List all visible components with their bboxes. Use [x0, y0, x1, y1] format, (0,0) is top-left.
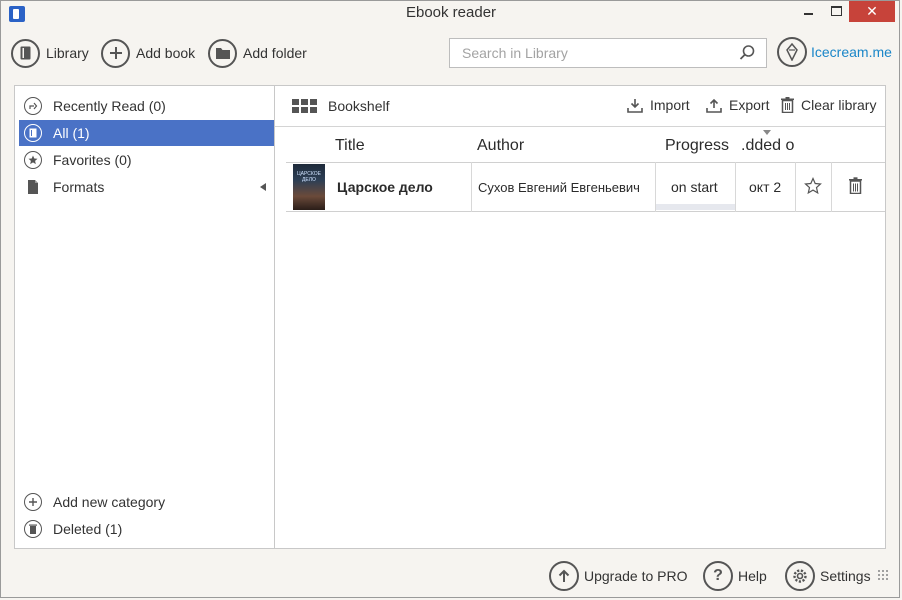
book-progress: on start [671, 179, 718, 195]
bookshelf-grid-icon[interactable] [292, 99, 318, 113]
file-icon [24, 178, 42, 196]
sidebar-item-label: Recently Read (0) [53, 98, 166, 114]
icecream-link-label: Icecream.me [811, 44, 892, 60]
search-box [449, 38, 767, 68]
folder-icon [208, 38, 237, 68]
library-label: Library [46, 45, 89, 61]
arrow-up-icon [549, 561, 579, 591]
sidebar-item-recently-read[interactable]: Recently Read (0) [19, 93, 274, 119]
gear-icon [785, 561, 815, 591]
clear-library-label: Clear library [801, 97, 877, 113]
add-folder-label: Add folder [243, 45, 307, 61]
sidebar-item-label: Deleted (1) [53, 521, 123, 537]
minimize-icon [803, 13, 813, 15]
minimize-button[interactable] [793, 0, 823, 22]
maximize-button[interactable] [823, 0, 849, 22]
plus-icon [24, 493, 42, 511]
export-icon [706, 98, 722, 113]
sort-arrow-icon [763, 130, 771, 135]
panel-toolbar: Bookshelf Import Export Clear library [275, 86, 885, 127]
book-added-date: окт 2 [749, 179, 782, 195]
clear-library-button[interactable]: Clear library [781, 97, 876, 113]
help-label: Help [738, 568, 767, 584]
sidebar-item-favorites[interactable]: Favorites (0) [19, 147, 274, 173]
book-cover: ЦАРСКОЕ ДЕЛО [293, 164, 325, 210]
progress-bar [656, 204, 735, 210]
column-header-added[interactable]: .dded o [741, 137, 794, 155]
upgrade-label: Upgrade to PRO [584, 568, 688, 584]
import-icon [627, 98, 643, 113]
maximize-icon [830, 6, 842, 16]
book-icon [24, 124, 42, 142]
sidebar-item-all[interactable]: All (1) [19, 120, 274, 146]
sidebar-item-deleted[interactable]: Deleted (1) [19, 516, 274, 542]
delete-trash-icon[interactable] [849, 177, 862, 194]
favorite-star-icon[interactable] [804, 177, 822, 195]
settings-button[interactable]: Settings [785, 561, 871, 591]
window-title: Ebook reader [405, 4, 497, 21]
title-bar: Ebook reader ✕ [0, 0, 902, 28]
sidebar-item-label: Add new category [53, 494, 166, 510]
star-icon [24, 151, 42, 169]
upgrade-button[interactable]: Upgrade to PRO [549, 561, 688, 591]
expand-arrow-icon[interactable] [260, 183, 266, 191]
sidebar-item-label: Favorites (0) [53, 152, 132, 168]
sidebar-item-label: All (1) [53, 125, 90, 141]
resize-grip-icon[interactable] [877, 569, 889, 581]
book-cover-title: ЦАРСКОЕ ДЕЛО [296, 171, 321, 183]
table-row[interactable]: ЦАРСКОЕ ДЕЛО Царское дело Сухов Евгений … [286, 163, 885, 211]
export-button[interactable]: Export [706, 97, 769, 113]
help-icon: ? [703, 561, 733, 591]
add-new-category-button[interactable]: Add new category [19, 489, 274, 515]
import-label: Import [650, 97, 690, 113]
help-button[interactable]: ? Help [703, 561, 767, 591]
column-header-title[interactable]: Title [335, 137, 365, 155]
plus-icon [101, 38, 130, 68]
sidebar-item-label: Formats [53, 179, 105, 195]
sidebar-item-formats[interactable]: Formats [19, 174, 274, 200]
trash-icon [24, 520, 42, 538]
book-title: Царское дело [337, 179, 433, 195]
search-input[interactable] [450, 39, 732, 67]
import-button[interactable]: Import [627, 97, 690, 113]
column-header-author[interactable]: Author [477, 137, 524, 155]
export-label: Export [729, 97, 770, 113]
add-book-label: Add book [136, 45, 196, 61]
sidebar: Recently Read (0) All (1) Favorites (0) … [14, 85, 275, 549]
library-icon [11, 38, 40, 68]
close-button[interactable]: ✕ [849, 0, 895, 22]
add-folder-button[interactable]: Add folder [208, 37, 307, 69]
bookshelf-view-button[interactable]: Bookshelf [328, 98, 389, 114]
add-book-button[interactable]: Add book [101, 37, 195, 69]
column-header-progress[interactable]: Progress [665, 137, 729, 155]
book-author: Сухов Евгений Евгеньевич [478, 180, 640, 195]
icecream-logo-icon [777, 37, 807, 67]
search-icon[interactable] [738, 44, 756, 62]
settings-label: Settings [820, 568, 871, 584]
trash-icon [781, 97, 794, 113]
library-panel: Bookshelf Import Export Clear library Ti… [274, 85, 886, 549]
icecream-link[interactable]: Icecream.me [777, 37, 892, 67]
recent-icon [24, 97, 42, 115]
library-button[interactable]: Library [11, 37, 89, 69]
